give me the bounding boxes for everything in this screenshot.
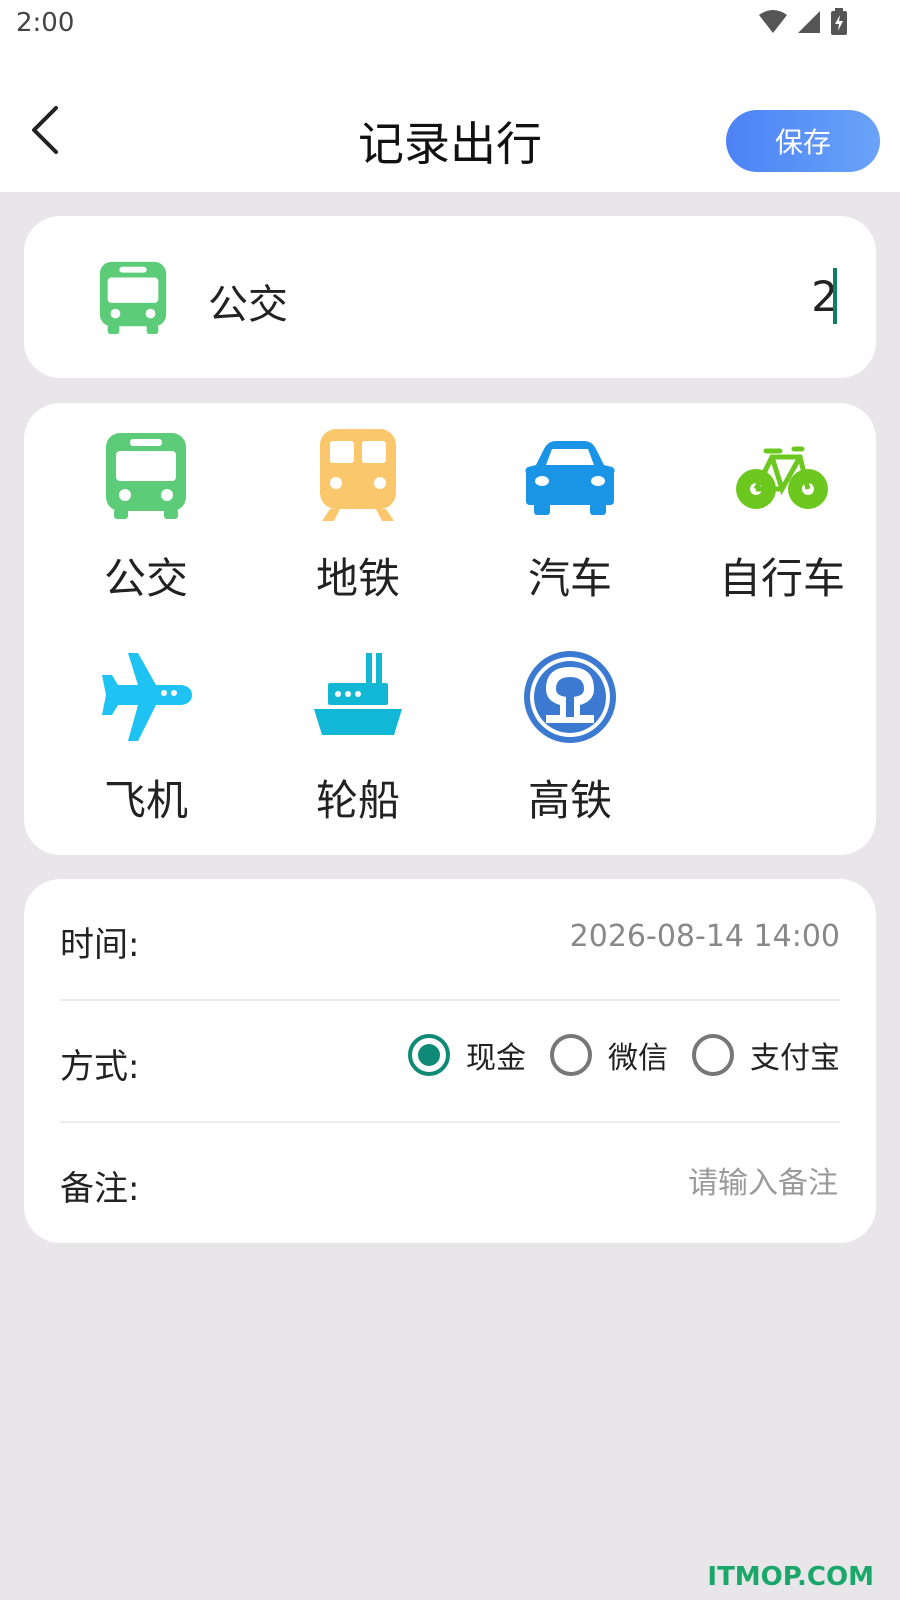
car-icon bbox=[525, 441, 615, 515]
time-value[interactable]: 2026-08-14 14:00 bbox=[570, 919, 840, 954]
radio-unchecked-icon[interactable] bbox=[692, 1034, 734, 1076]
method-row: 方式: 现金 微信 支付宝 bbox=[60, 1001, 840, 1121]
time-label: 时间: bbox=[60, 925, 140, 965]
status-icons bbox=[758, 8, 848, 36]
selected-mode-label: 公交 bbox=[208, 282, 288, 328]
status-time: 2:00 bbox=[16, 8, 75, 38]
signal-icon bbox=[798, 11, 820, 33]
title-bar: 记录出行 保存 bbox=[0, 60, 900, 192]
save-button[interactable]: 保存 bbox=[726, 110, 880, 172]
mode-ship[interactable]: 轮船 bbox=[252, 625, 464, 825]
watermark: ITMOP.COM bbox=[707, 1562, 874, 1592]
amount-input[interactable] bbox=[536, 260, 840, 332]
selected-mode-card: 公交 bbox=[24, 216, 876, 378]
mode-car[interactable]: 汽车 bbox=[464, 403, 676, 603]
bus-icon bbox=[106, 433, 186, 519]
radio-checked-icon[interactable] bbox=[408, 1034, 450, 1076]
radio-alipay[interactable]: 支付宝 bbox=[692, 1033, 840, 1077]
text-cursor bbox=[833, 268, 837, 324]
mode-label: 公交 bbox=[103, 554, 188, 603]
mode-label: 轮船 bbox=[315, 776, 400, 825]
subway-icon bbox=[320, 429, 396, 521]
high-speed-rail-icon bbox=[524, 651, 616, 743]
details-form: 时间: 2026-08-14 14:00 方式: 现金 微信 支付宝 备注: bbox=[24, 879, 876, 1243]
status-bar: 2:00 bbox=[0, 0, 900, 60]
mode-label: 飞机 bbox=[103, 776, 188, 825]
mode-label: 汽车 bbox=[527, 554, 612, 603]
radio-unchecked-icon[interactable] bbox=[550, 1034, 592, 1076]
battery-icon bbox=[831, 8, 847, 35]
mode-label: 自行车 bbox=[718, 554, 845, 603]
radio-label: 微信 bbox=[608, 1041, 668, 1076]
mode-high-speed-rail[interactable]: 高铁 bbox=[464, 625, 676, 825]
radio-label: 支付宝 bbox=[750, 1041, 840, 1076]
mode-airplane[interactable]: 飞机 bbox=[40, 625, 252, 825]
method-label: 方式: bbox=[60, 1047, 140, 1087]
mode-subway[interactable]: 地铁 bbox=[252, 403, 464, 603]
bicycle-icon bbox=[736, 446, 828, 509]
note-row: 备注: bbox=[60, 1123, 840, 1243]
radio-label: 现金 bbox=[466, 1041, 526, 1076]
ship-icon bbox=[314, 653, 402, 735]
mode-bicycle[interactable]: 自行车 bbox=[676, 403, 888, 603]
note-label: 备注: bbox=[60, 1169, 140, 1209]
radio-cash[interactable]: 现金 bbox=[408, 1033, 526, 1077]
mode-label: 地铁 bbox=[315, 554, 400, 603]
transport-mode-grid: 公交 地铁 汽车 自行车 飞机 轮船 高铁 bbox=[24, 403, 876, 855]
time-row[interactable]: 时间: 2026-08-14 14:00 bbox=[60, 879, 840, 999]
note-input[interactable] bbox=[416, 1157, 840, 1209]
radio-wechat[interactable]: 微信 bbox=[550, 1033, 668, 1077]
payment-method-group: 现金 微信 支付宝 bbox=[384, 1033, 840, 1077]
mode-label: 高铁 bbox=[527, 776, 612, 825]
airplane-icon bbox=[102, 653, 192, 741]
mode-bus[interactable]: 公交 bbox=[40, 403, 252, 603]
wifi-icon bbox=[759, 10, 787, 33]
bus-icon bbox=[99, 261, 167, 335]
